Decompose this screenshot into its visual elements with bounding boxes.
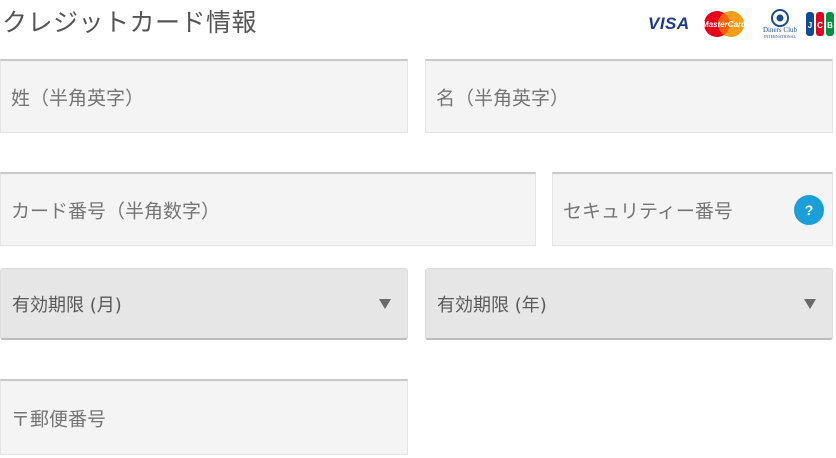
svg-text:C: C: [817, 21, 823, 30]
postal-code-placeholder: 〒郵便番号: [11, 408, 107, 430]
expiry-month-select[interactable]: 有効期限 (月): [0, 268, 408, 340]
last-name-placeholder: 姓（半角英字）: [11, 87, 145, 109]
security-code-placeholder: セキュリティー番号: [563, 200, 733, 222]
svg-text:Diners Club: Diners Club: [763, 26, 798, 34]
visa-logo: VISA: [648, 14, 690, 33]
jcb-logo: J C B: [806, 12, 834, 36]
first-name-field[interactable]: 名（半角英字）: [425, 59, 833, 133]
mastercard-logo: MasterCard: [702, 11, 746, 37]
expiry-year-select[interactable]: 有効期限 (年): [425, 268, 833, 340]
card-number-placeholder: カード番号（半角数字）: [11, 200, 221, 222]
svg-text:INTERNATIONAL: INTERNATIONAL: [764, 34, 797, 39]
chevron-down-icon: [804, 298, 816, 309]
diners-club-logo: Diners Club INTERNATIONAL: [763, 9, 798, 39]
expiry-year-value: 有効期限 (年): [437, 294, 547, 316]
chevron-down-icon: [379, 298, 391, 309]
page-title: クレジットカード情報: [2, 8, 258, 37]
security-code-field[interactable]: セキュリティー番号 ?: [552, 172, 833, 246]
svg-text:B: B: [827, 21, 833, 30]
last-name-field[interactable]: 姓（半角英字）: [0, 59, 408, 133]
first-name-placeholder: 名（半角英字）: [436, 87, 570, 109]
card-number-field[interactable]: カード番号（半角数字）: [0, 172, 536, 246]
svg-text:J: J: [808, 21, 812, 30]
help-icon[interactable]: ?: [794, 194, 824, 225]
svg-text:MasterCard: MasterCard: [702, 20, 746, 29]
expiry-month-value: 有効期限 (月): [12, 294, 122, 316]
postal-code-field[interactable]: 〒郵便番号: [0, 379, 408, 455]
card-brand-logos: VISA MasterCard Diners Club INTERNATIONA…: [648, 8, 834, 40]
